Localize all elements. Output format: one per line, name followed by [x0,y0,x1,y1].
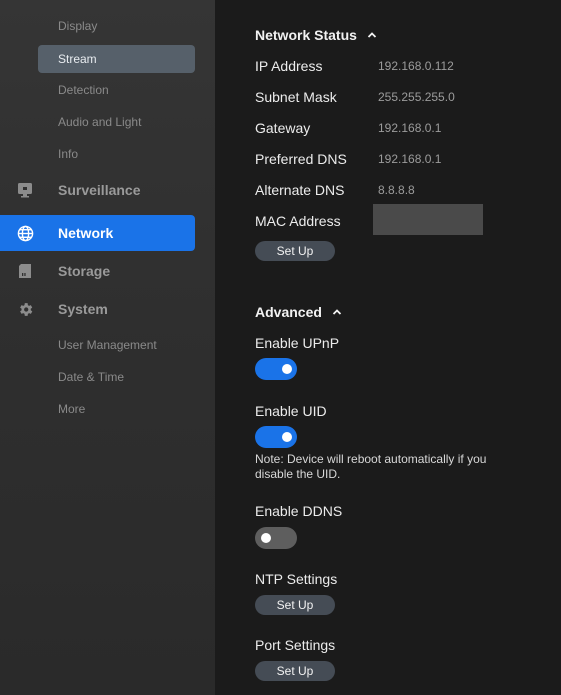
sidebar-item-label: Storage [58,263,111,279]
sidebar-item-display[interactable]: Display [38,12,195,40]
sidebar-item-label: System [58,301,108,317]
subnet-mask-value: 255.255.255.0 [378,90,455,104]
sidebar-item-stream[interactable]: Stream [38,45,195,73]
sidebar-item-network[interactable]: Network [0,215,195,251]
ddns-label: Enable DDNS [255,503,343,519]
sidebar-item-surveillance[interactable]: Surveillance [0,172,195,208]
sidebar-item-system[interactable]: System [0,291,195,327]
section-title: Advanced [255,304,322,320]
sidebar-item-detection[interactable]: Detection [38,76,195,104]
toggle-knob [282,432,292,442]
mac-address-redacted [373,204,483,235]
section-title: Network Status [255,27,357,43]
alternate-dns-value: 8.8.8.8 [378,183,415,197]
sd-card-icon [16,262,34,280]
advanced-header[interactable]: Advanced [255,304,342,320]
upnp-label: Enable UPnP [255,335,340,351]
chevron-up-icon[interactable] [332,307,342,317]
main-panel: Network Status IP Address 192.168.0.112 … [215,0,561,695]
toggle-knob [261,533,271,543]
sidebar-item-more[interactable]: More [38,395,195,423]
sidebar-item-label: Network [58,225,114,241]
port-setup-button[interactable]: Set Up [255,661,335,681]
sidebar-item-audio-and-light[interactable]: Audio and Light [38,108,195,136]
uid-toggle[interactable] [255,426,297,448]
alternate-dns-label: Alternate DNS [255,182,345,198]
preferred-dns-value: 192.168.0.1 [378,152,442,166]
uid-note: Note: Device will reboot automatically i… [255,452,487,481]
sidebar-item-storage[interactable]: Storage [0,253,195,289]
gateway-value: 192.168.0.1 [378,121,442,135]
sidebar-item-date-time[interactable]: Date & Time [38,363,195,391]
subnet-mask-label: Subnet Mask [255,89,337,105]
port-settings-label: Port Settings [255,637,336,653]
ip-address-label: IP Address [255,58,323,74]
gear-icon [16,300,34,318]
ip-address-value: 192.168.0.112 [378,59,454,73]
upnp-toggle[interactable] [255,358,297,380]
ntp-setup-button[interactable]: Set Up [255,595,335,615]
network-status-header[interactable]: Network Status [255,27,377,43]
ntp-settings-label: NTP Settings [255,571,338,587]
uid-label: Enable UID [255,403,327,419]
network-setup-button[interactable]: Set Up [255,241,335,261]
monitor-icon [16,181,34,199]
mac-address-label: MAC Address [255,213,341,229]
chevron-up-icon[interactable] [367,30,377,40]
sidebar-item-user-management[interactable]: User Management [38,331,195,359]
gateway-label: Gateway [255,120,311,136]
ddns-toggle[interactable] [255,527,297,549]
globe-icon [16,224,34,242]
toggle-knob [282,364,292,374]
preferred-dns-label: Preferred DNS [255,151,347,167]
sidebar: Display Stream Detection Audio and Light… [0,0,215,695]
sidebar-item-info[interactable]: Info [38,140,195,168]
sidebar-item-label: Surveillance [58,182,141,198]
